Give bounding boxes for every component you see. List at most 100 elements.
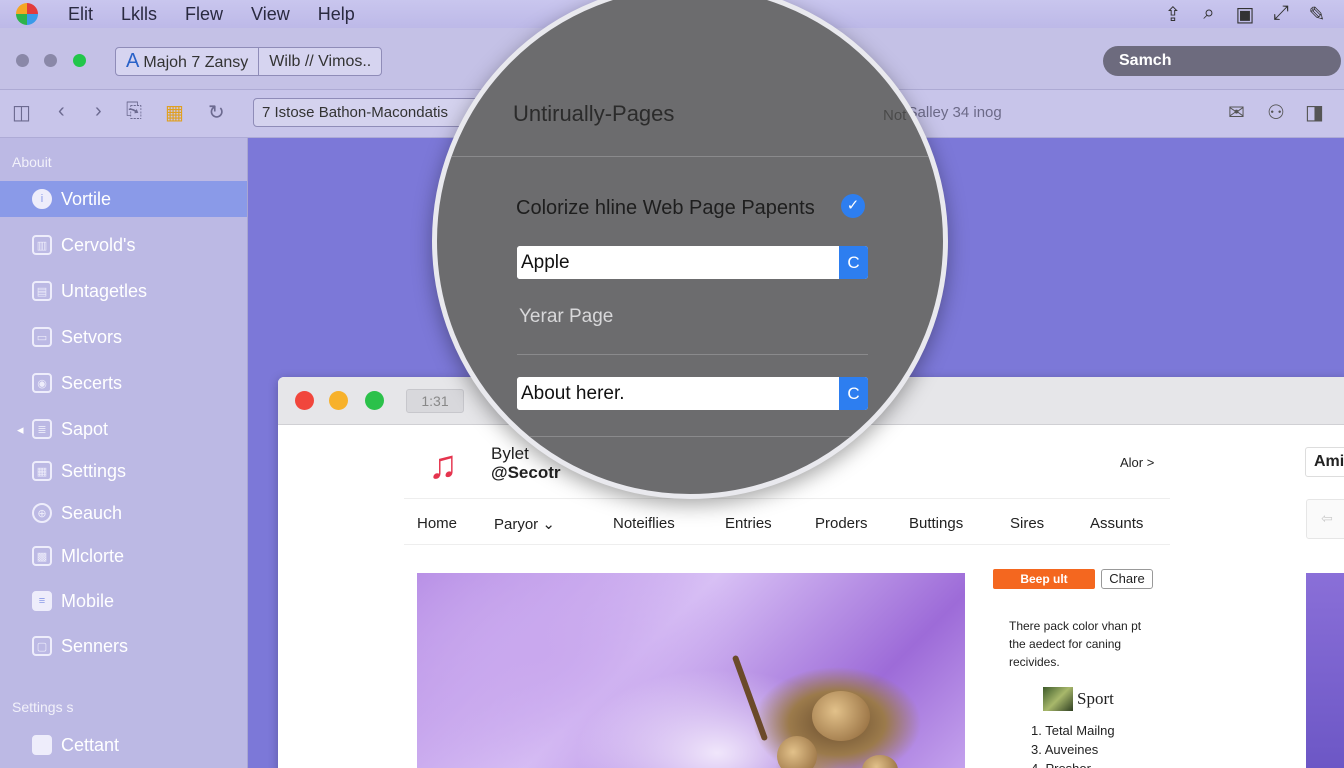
- sidebar-item-label: Untagetles: [61, 280, 148, 301]
- sidebar-section-header: Settings s: [12, 699, 74, 715]
- lock-icon: ◉: [32, 373, 52, 393]
- reload-icon[interactable]: ↻: [208, 100, 225, 125]
- globe-icon: ⊕: [32, 503, 52, 523]
- tab-majoh[interactable]: A Majoh 7 Zansy: [116, 48, 260, 75]
- inner-tab[interactable]: 1:31: [406, 389, 464, 413]
- nav-assunts[interactable]: Assunts: [1090, 515, 1143, 532]
- nav-paryor[interactable]: Paryor ⌄: [494, 515, 555, 533]
- sidebar-item-senners[interactable]: ▢ Senners: [0, 628, 247, 664]
- user-icon[interactable]: ⚇: [1267, 100, 1285, 125]
- brand-handle: @Secotr: [491, 463, 561, 482]
- right-button[interactable]: Ami: [1305, 447, 1344, 477]
- sidebar-item-label: Senners: [61, 635, 129, 656]
- list-item[interactable]: 1. Tetal Mailng: [1031, 721, 1115, 740]
- sidebar-item-cettant[interactable]: Cettant: [0, 727, 247, 763]
- sidebar-item-label: Cervold's: [61, 234, 136, 255]
- clipboard-icon[interactable]: ⎘: [126, 100, 142, 123]
- reply-icon: ⇦: [1321, 510, 1333, 526]
- sidebar-item-untagetles[interactable]: ▤ Untagetles: [0, 273, 247, 309]
- zoom-button[interactable]: [365, 391, 384, 410]
- sidebar-toggle-icon[interactable]: ◫: [12, 100, 31, 125]
- notes-icon: ≡: [32, 591, 52, 611]
- apple-input[interactable]: [517, 246, 839, 279]
- sidebar-item-label: Mlclorte: [61, 545, 125, 566]
- minimize-window-button[interactable]: [44, 54, 57, 67]
- forward-icon[interactable]: ›: [95, 100, 102, 123]
- divider: [517, 354, 868, 355]
- menubar-status-icons: ⇪ ⌕ ▣ ⤢ ✎: [1162, 2, 1328, 27]
- menu-links[interactable]: Lklls: [121, 4, 157, 25]
- zoom-window-button[interactable]: [73, 54, 86, 67]
- address-bar[interactable]: 7 Istose Bathon-Macondatis: [253, 98, 493, 127]
- nav-home[interactable]: Home: [417, 515, 457, 532]
- sidebar-item-seauch[interactable]: ⊕ Seauch: [0, 495, 247, 531]
- sidebar-item-vortile[interactable]: i Vortile: [0, 181, 247, 217]
- sidebar-item-cervolds[interactable]: ▥ Cervold's: [0, 227, 247, 263]
- edit-icon[interactable]: ⤢: [1270, 2, 1292, 27]
- menu-edit[interactable]: Elit: [68, 4, 93, 25]
- sidebar-item-sapot[interactable]: ≣ Sapot: [0, 411, 247, 447]
- sidebar-item-setvors[interactable]: ▭ Setvors: [0, 319, 247, 355]
- document-icon: ≣: [32, 419, 52, 439]
- sport-label: Sport: [1077, 689, 1114, 708]
- minimize-button[interactable]: [329, 391, 348, 410]
- apple-field: C: [517, 246, 868, 279]
- list-item[interactable]: 3. Auveines: [1031, 740, 1115, 759]
- colorize-checkbox[interactable]: ✓: [841, 194, 865, 218]
- back-icon[interactable]: ‹: [58, 100, 65, 123]
- nav-buttings[interactable]: Buttings: [909, 515, 963, 532]
- search-add-icon[interactable]: ⌕: [1198, 2, 1220, 27]
- info-icon: i: [32, 189, 52, 209]
- photo-icon[interactable]: ▦: [165, 100, 184, 125]
- sidebar-item-label: Vortile: [61, 188, 112, 209]
- section-label: Yerar Page: [519, 306, 614, 327]
- tab-wilb[interactable]: Wilb // Vimos..: [259, 48, 381, 75]
- mail-icon[interactable]: ✉: [1228, 100, 1245, 125]
- nav-divider: [404, 544, 1170, 545]
- sidebar-item-mlclorte[interactable]: ▩ Mlclorte: [0, 538, 247, 574]
- close-window-button[interactable]: [16, 54, 29, 67]
- building-icon: ▥: [32, 235, 52, 255]
- sport-heading[interactable]: Sport: [1043, 687, 1114, 711]
- split-view-icon[interactable]: ◨: [1305, 100, 1324, 125]
- sidebar-item-label: Settings: [61, 460, 127, 481]
- share-icon[interactable]: ⇪: [1162, 2, 1184, 27]
- brand-name: Bylet: [491, 444, 529, 463]
- nav-sires[interactable]: Sires: [1010, 515, 1044, 532]
- list-item[interactable]: 4. Preshor: [1031, 759, 1115, 768]
- top-right-link[interactable]: Alor >: [1120, 455, 1154, 470]
- nav-divider: [404, 498, 1170, 499]
- sidebar-item-mobile[interactable]: ≡ Mobile: [0, 583, 247, 619]
- music-note-icon: ♫: [428, 443, 458, 487]
- window-icon: ▢: [32, 636, 52, 656]
- divider: [437, 156, 943, 157]
- pen-icon[interactable]: ✎: [1306, 2, 1328, 27]
- image-icon[interactable]: ▣: [1234, 2, 1256, 27]
- sidebar-item-settings[interactable]: ▦ Settings: [0, 453, 247, 489]
- close-button[interactable]: [295, 391, 314, 410]
- sidebar-item-secerts[interactable]: ◉ Secerts: [0, 365, 247, 401]
- field-stepper-button[interactable]: C: [839, 377, 868, 410]
- search-field[interactable]: Samch: [1103, 46, 1341, 76]
- nav-noteiflies[interactable]: Noteiflies: [613, 515, 675, 532]
- grid-icon: ▦: [32, 461, 52, 481]
- menu-view[interactable]: View: [251, 4, 290, 25]
- sidebar-item-label: Cettant: [61, 734, 120, 755]
- about-input[interactable]: [517, 377, 839, 410]
- hero-flower-image: [417, 573, 965, 768]
- ghost-button[interactable]: ⇦: [1306, 499, 1344, 539]
- magnifier-overlay: Untirually-Pages Not Salley 34 inog Colo…: [432, 0, 948, 499]
- share-button[interactable]: Chare: [1101, 569, 1153, 589]
- magnified-window-title: Untirually-Pages: [513, 101, 675, 126]
- app-logo-icon[interactable]: [16, 3, 38, 25]
- tray-icon: ▭: [32, 327, 52, 347]
- menu-flew[interactable]: Flew: [185, 4, 223, 25]
- tab-letter-icon: A: [126, 50, 140, 72]
- tab-label: Majoh 7 Zansy: [143, 54, 249, 71]
- sidebar-item-label: Setvors: [61, 326, 123, 347]
- field-stepper-button[interactable]: C: [839, 246, 868, 279]
- nav-proders[interactable]: Proders: [815, 515, 868, 532]
- nav-entries[interactable]: Entries: [725, 515, 772, 532]
- primary-action-button[interactable]: Beep ult: [993, 569, 1095, 589]
- menu-help[interactable]: Help: [318, 4, 355, 25]
